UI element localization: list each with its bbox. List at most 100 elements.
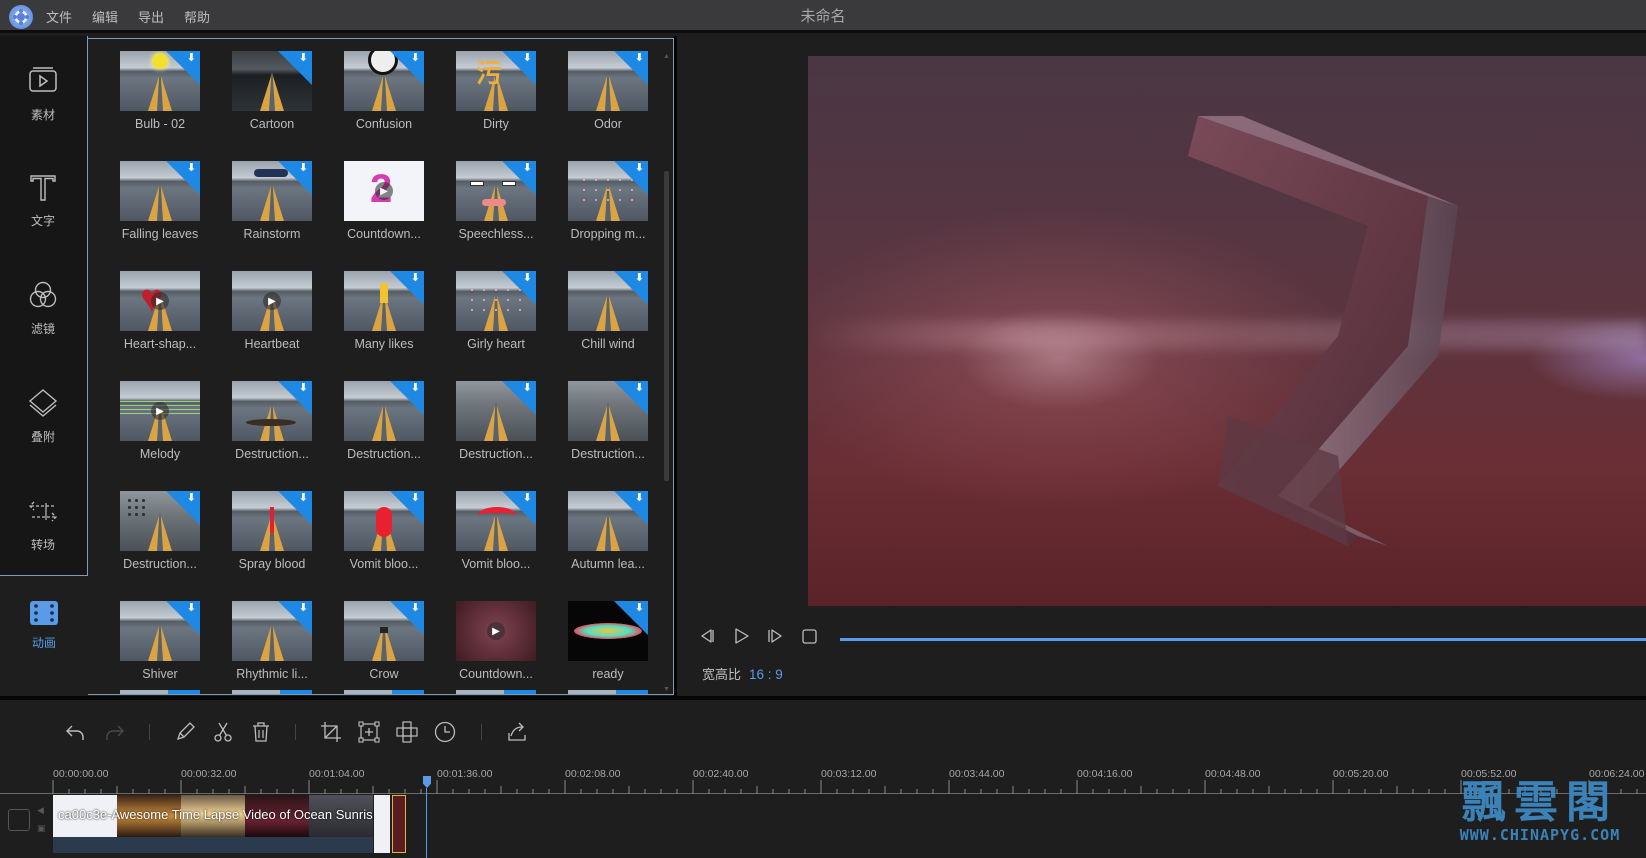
- gallery-item[interactable]: ⬇ Bulb - 02: [120, 51, 200, 161]
- gallery-item[interactable]: ⬇ Destruction...: [344, 381, 424, 491]
- download-icon[interactable]: ⬇: [411, 53, 420, 64]
- gallery-item[interactable]: ⬇ Rainstorm: [232, 161, 312, 271]
- redo-button[interactable]: [103, 720, 127, 744]
- gallery-item[interactable]: ⬇ Falling leaves: [120, 161, 200, 271]
- gallery-item[interactable]: ⬇ Cartoon: [232, 51, 312, 161]
- download-icon[interactable]: ⬇: [187, 163, 196, 174]
- aspect-ratio-value[interactable]: 16 : 9: [749, 667, 783, 682]
- timeline-clip-countdown[interactable]: [374, 795, 390, 853]
- gallery-item[interactable]: ⬇ Autumn lea...: [568, 491, 648, 601]
- play-preview-icon[interactable]: ▶: [151, 292, 169, 310]
- scroll-down-icon[interactable]: ▼: [663, 686, 670, 693]
- scroll-up-icon[interactable]: ▲: [663, 53, 670, 60]
- video-preview[interactable]: [808, 56, 1646, 606]
- download-icon[interactable]: ⬇: [411, 493, 420, 504]
- download-icon[interactable]: ⬇: [187, 53, 196, 64]
- scrollbar-thumb[interactable]: [664, 171, 669, 481]
- zoom-button[interactable]: [357, 720, 381, 744]
- menu-edit[interactable]: 编辑: [92, 7, 128, 26]
- gallery-item[interactable]: ⬇ Destruction...: [232, 381, 312, 491]
- next-frame-button[interactable]: [765, 626, 785, 646]
- sidebar-item-text[interactable]: 文字: [0, 170, 86, 260]
- download-icon[interactable]: ⬇: [523, 163, 532, 174]
- gallery-item[interactable]: ⬇ Chill wind: [568, 271, 648, 381]
- download-icon[interactable]: ⬇: [635, 603, 644, 614]
- sidebar-item-filter[interactable]: 滤镜: [0, 278, 86, 368]
- gallery-item[interactable]: ⬇ Vomit bloo...: [344, 491, 424, 601]
- sidebar-item-overlay[interactable]: 叠附: [0, 386, 86, 476]
- aspect-ratio: 宽高比 16 : 9: [702, 664, 783, 683]
- timeline-ruler[interactable]: 00:00:00.00 00:00:32.00 00:01:04.00 00:01:3…: [0, 762, 1646, 794]
- play-preview-icon[interactable]: ▶: [263, 292, 281, 310]
- play-preview-icon[interactable]: ▶: [487, 622, 505, 640]
- download-icon[interactable]: ⬇: [299, 53, 308, 64]
- toolbar-separator: [295, 724, 296, 740]
- sidebar-item-animation[interactable]: 动画: [0, 600, 88, 690]
- menu-export[interactable]: 导出: [138, 7, 174, 26]
- stop-button[interactable]: [799, 626, 819, 646]
- gallery-item[interactable]: ⬇ Rhythmic li...: [232, 601, 312, 694]
- gallery-item[interactable]: ⬇ ready: [568, 601, 648, 694]
- download-icon[interactable]: ⬇: [523, 53, 532, 64]
- timeline-clip[interactable]: ca00c3e-Awesome Time Lapse Video of Ocea…: [53, 795, 373, 853]
- gallery-item[interactable]: ⬇ Vomit bloo...: [456, 491, 536, 601]
- download-icon[interactable]: ⬇: [187, 493, 196, 504]
- download-icon[interactable]: ⬇: [411, 273, 420, 284]
- play-preview-icon[interactable]: ▶: [375, 182, 393, 200]
- mosaic-button[interactable]: [395, 720, 419, 744]
- download-icon[interactable]: ⬇: [299, 603, 308, 614]
- download-icon[interactable]: ⬇: [299, 493, 308, 504]
- crop-button[interactable]: [319, 720, 343, 744]
- gallery-item[interactable]: ⬇ Dropping m...: [568, 161, 648, 271]
- gallery-item[interactable]: ⬇ Many likes: [344, 271, 424, 381]
- gallery-item[interactable]: ▶ Melody: [120, 381, 200, 491]
- duration-button[interactable]: [433, 720, 457, 744]
- play-preview-icon[interactable]: ▶: [151, 402, 169, 420]
- download-icon[interactable]: ⬇: [187, 603, 196, 614]
- delete-button[interactable]: [249, 720, 273, 744]
- play-button[interactable]: [731, 626, 751, 646]
- edit-button[interactable]: [173, 720, 197, 744]
- download-icon[interactable]: ⬇: [635, 383, 644, 394]
- cut-button[interactable]: [211, 720, 235, 744]
- download-icon[interactable]: ⬇: [299, 383, 308, 394]
- gallery-item[interactable]: ⬇ Speechless...: [456, 161, 536, 271]
- sidebar-item-transition[interactable]: 转场: [0, 494, 86, 584]
- download-icon[interactable]: ⬇: [635, 493, 644, 504]
- download-icon[interactable]: ⬇: [523, 493, 532, 504]
- gallery-item[interactable]: ⬇ Destruction...: [120, 491, 200, 601]
- prev-frame-button[interactable]: [697, 626, 717, 646]
- sidebar-item-media[interactable]: 素材: [0, 64, 86, 154]
- export-button[interactable]: [505, 720, 529, 744]
- download-icon[interactable]: ⬇: [411, 603, 420, 614]
- gallery-item[interactable]: ♥▶ Heart-shap...: [120, 271, 200, 381]
- gallery-item[interactable]: ▶ Heartbeat: [232, 271, 312, 381]
- gallery-item[interactable]: ⬇ Confusion: [344, 51, 424, 161]
- gallery-item[interactable]: ⬇ Odor: [568, 51, 648, 161]
- track-lock-icon[interactable]: ▣: [37, 823, 46, 834]
- gallery-item[interactable]: ⬇ Destruction...: [456, 381, 536, 491]
- download-icon[interactable]: ⬇: [411, 383, 420, 394]
- menu-help[interactable]: 帮助: [184, 7, 220, 26]
- gallery-item[interactable]: ▶ Countdown...: [456, 601, 536, 694]
- download-icon[interactable]: ⬇: [635, 53, 644, 64]
- gallery-item[interactable]: ⬇ Spray blood: [232, 491, 312, 601]
- menu-file[interactable]: 文件: [46, 7, 82, 26]
- download-icon[interactable]: ⬇: [635, 163, 644, 174]
- undo-button[interactable]: [63, 720, 87, 744]
- download-icon[interactable]: ⬇: [635, 273, 644, 284]
- timeline-clip-selected[interactable]: [392, 795, 406, 853]
- download-icon[interactable]: ⬇: [299, 163, 308, 174]
- gallery-item[interactable]: ⬇ Girly heart: [456, 271, 536, 381]
- gallery-item[interactable]: ⬇ Crow: [344, 601, 424, 694]
- gallery-item[interactable]: ⬇ Destruction...: [568, 381, 648, 491]
- gallery-item[interactable]: 2▶ Countdown...: [344, 161, 424, 271]
- gallery-scrollbar[interactable]: ▲ ▼: [663, 53, 670, 693]
- download-icon[interactable]: ⬇: [523, 273, 532, 284]
- gallery-item-label: Vomit bloo...: [349, 557, 419, 571]
- gallery-item[interactable]: 污 ⬇ Dirty: [456, 51, 536, 161]
- playback-progress-bar[interactable]: [840, 638, 1646, 641]
- track-mute-icon[interactable]: ◀: [37, 805, 44, 816]
- download-icon[interactable]: ⬇: [523, 383, 532, 394]
- gallery-item[interactable]: ⬇ Shiver: [120, 601, 200, 694]
